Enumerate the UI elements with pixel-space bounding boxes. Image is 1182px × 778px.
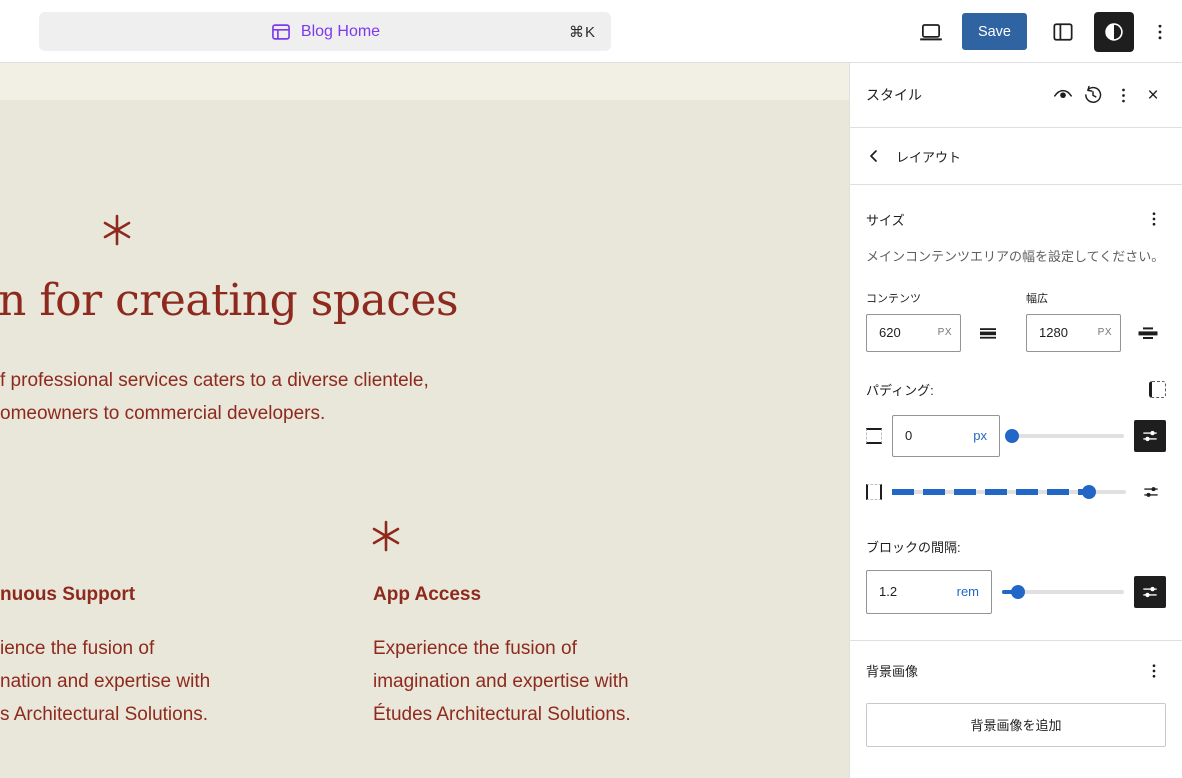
hero-heading[interactable]: n for creating spaces — [0, 275, 458, 326]
horizontal-padding-icon — [866, 484, 882, 500]
feature-column[interactable]: App Access Experience the fusion of imag… — [373, 583, 703, 731]
panel-title: レイアウト — [896, 147, 961, 166]
command-palette-button[interactable]: Blog Home ⌘K — [39, 12, 611, 51]
style-book-button[interactable] — [1048, 80, 1078, 110]
background-image-section-title: 背景画像 — [866, 661, 918, 680]
unlink-sides-icon[interactable] — [1149, 381, 1166, 398]
template-icon — [270, 21, 292, 43]
padding-unit-select[interactable]: px — [973, 428, 987, 443]
padding-label: パディング: — [866, 380, 934, 399]
topbar-actions: Save — [913, 0, 1173, 63]
more-options-button[interactable] — [1147, 14, 1173, 50]
editor-top-bar: Blog Home ⌘K Save — [0, 0, 1182, 63]
feature-title: nuous Support — [0, 583, 310, 607]
history-icon — [1082, 84, 1104, 106]
horizontal-padding-slider[interactable] — [892, 490, 1126, 494]
canvas-header-strip — [0, 63, 849, 100]
sidebar-more-options-button[interactable] — [1108, 80, 1138, 110]
styles-sidebar: スタイル — [849, 63, 1182, 778]
sliders-icon — [1140, 426, 1160, 446]
contrast-styles-icon — [1101, 19, 1127, 45]
chevron-left-icon — [866, 148, 882, 164]
sidebar-header: スタイル — [850, 63, 1182, 128]
wide-width-input[interactable]: 1280 PX — [1026, 314, 1121, 352]
content-width-label: コンテンツ — [866, 290, 1000, 306]
block-spacing-options-button[interactable] — [1134, 576, 1166, 608]
command-shortcut: ⌘K — [569, 23, 596, 41]
kebab-icon — [1150, 22, 1170, 42]
padding-options-button[interactable] — [1134, 420, 1166, 452]
section-divider — [850, 640, 1182, 641]
size-section-title: サイズ — [866, 210, 905, 229]
content-width-unit[interactable]: PX — [938, 327, 952, 338]
block-spacing-unit-select[interactable]: rem — [957, 584, 979, 599]
sliders-icon — [1140, 582, 1160, 602]
settings-sidebar-toggle-button[interactable] — [1045, 14, 1081, 50]
editor-canvas[interactable]: n for creating spaces f professional ser… — [0, 63, 849, 778]
background-options-button[interactable] — [1142, 659, 1166, 683]
feature-body: Experience the fusion of imagination and… — [373, 632, 703, 731]
block-spacing-slider[interactable] — [1002, 590, 1124, 594]
close-icon: × — [1147, 86, 1158, 105]
close-sidebar-button[interactable]: × — [1138, 80, 1168, 110]
intro-line: omeowners to commercial developers. — [0, 397, 429, 430]
intro-paragraph[interactable]: f professional services caters to a dive… — [0, 364, 429, 430]
eye-icon — [1052, 84, 1074, 106]
content-width-input[interactable]: 620 PX — [866, 314, 961, 352]
padding-value-input[interactable]: 0 px — [892, 415, 1000, 457]
sidebar-title: スタイル — [866, 85, 1048, 105]
feature-title: App Access — [373, 583, 703, 607]
feature-body: ience the fusion of nation and expertise… — [0, 632, 310, 731]
block-spacing-input[interactable]: 1.2 rem — [866, 570, 992, 614]
intro-line: f professional services caters to a dive… — [0, 364, 429, 397]
revisions-button[interactable] — [1078, 80, 1108, 110]
view-preview-button[interactable] — [913, 14, 949, 50]
size-description: メインコンテンツエリアの幅を設定してください。 — [866, 247, 1166, 268]
kebab-icon — [1145, 662, 1163, 680]
kebab-icon — [1145, 210, 1163, 228]
wide-width-label: 幅広 — [1026, 290, 1160, 306]
asterisk-icon — [370, 520, 402, 552]
sliders-icon — [1141, 482, 1161, 502]
laptop-icon — [918, 19, 944, 45]
block-spacing-label: ブロックの間隔: — [866, 537, 1166, 556]
sidebar-panel-icon — [1050, 19, 1076, 45]
add-background-image-button[interactable]: 背景画像を追加 — [866, 703, 1166, 747]
site-title-label: Blog Home — [301, 23, 380, 41]
horizontal-padding-options-button[interactable] — [1136, 477, 1166, 507]
kebab-icon — [1114, 86, 1133, 105]
styles-button[interactable] — [1094, 12, 1134, 52]
back-to-styles-button[interactable]: レイアウト — [850, 128, 1182, 185]
padding-slider[interactable] — [1010, 434, 1124, 438]
size-options-button[interactable] — [1142, 207, 1166, 231]
feature-column[interactable]: nuous Support ience the fusion of nation… — [0, 583, 310, 731]
vertical-padding-icon — [866, 428, 882, 444]
wide-width-unit[interactable]: PX — [1098, 327, 1112, 338]
save-button[interactable]: Save — [962, 13, 1027, 50]
wide-width-icon — [1136, 321, 1160, 345]
asterisk-icon — [101, 214, 133, 246]
content-width-icon — [976, 321, 1000, 345]
